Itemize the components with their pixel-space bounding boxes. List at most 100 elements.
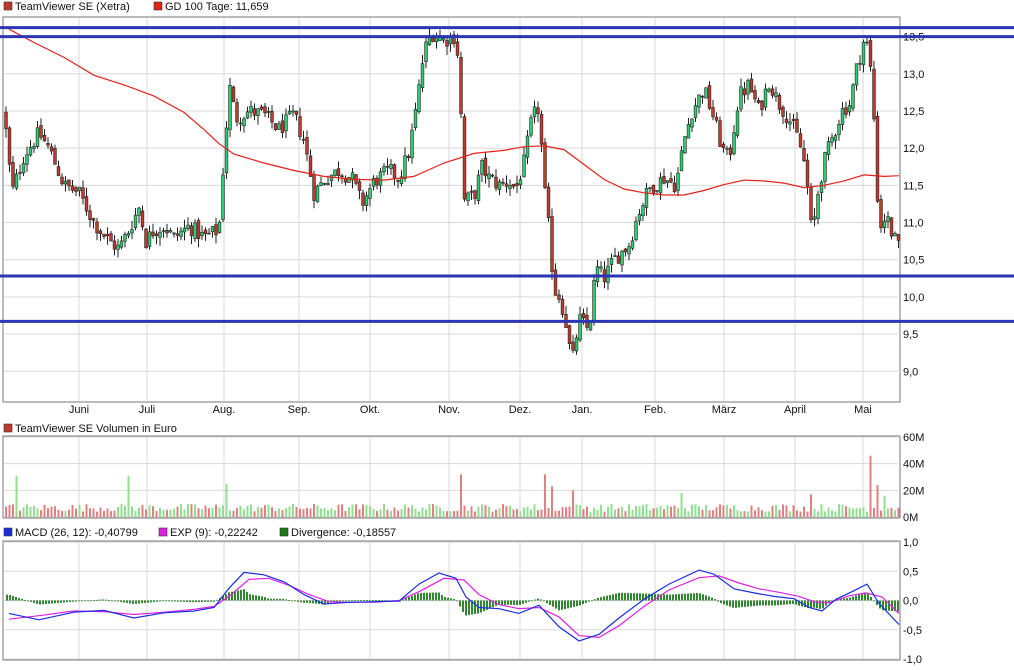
candle-up <box>851 84 855 109</box>
divergence-bar <box>267 598 269 601</box>
candle-up <box>217 221 222 233</box>
volume-bar <box>110 511 112 517</box>
divergence-bar <box>300 600 302 603</box>
volume-bar <box>36 508 39 517</box>
candle-down <box>70 185 75 191</box>
volume-bar <box>393 507 396 517</box>
candle-down <box>753 90 757 100</box>
divergence-bar <box>141 600 143 604</box>
candle-down <box>896 234 901 241</box>
divergence-bar <box>576 600 578 607</box>
divergence-bar <box>624 593 626 601</box>
candle-up <box>466 192 470 202</box>
divergence-bar <box>711 597 713 601</box>
volume-bar <box>418 511 420 517</box>
divergence-bar <box>201 600 203 603</box>
divergence-bar <box>609 595 611 601</box>
candle-up <box>644 188 649 208</box>
divergence-bar <box>744 600 746 607</box>
candle-up <box>168 229 173 233</box>
candle-down <box>844 107 848 115</box>
candle-down <box>95 221 99 234</box>
candle-down <box>473 190 477 199</box>
divergence-bar <box>6 594 8 601</box>
divergence-bar <box>870 596 872 601</box>
candle-down <box>305 137 309 155</box>
divergence-bar <box>669 594 671 601</box>
volume-bar <box>631 509 634 517</box>
candle-down <box>672 182 677 193</box>
volume-bar <box>225 483 228 517</box>
candle-up <box>739 86 743 110</box>
divergence-bar <box>723 600 725 605</box>
divergence-bar <box>861 593 863 601</box>
candle-up <box>424 41 428 62</box>
candle-down <box>91 218 96 221</box>
volume-panel-frame <box>2 435 901 519</box>
candle-down <box>280 120 285 133</box>
divergence-bar <box>630 593 632 601</box>
divergence-bar <box>543 600 545 602</box>
candle-up <box>522 154 526 178</box>
divergence-bar <box>699 593 701 601</box>
divergence-bar <box>369 600 371 601</box>
volume-bar <box>232 510 235 517</box>
candle-down <box>203 229 208 235</box>
volume-bar <box>705 505 707 517</box>
macd-y-tick-label: 1,0 <box>903 537 918 549</box>
volume-bar <box>712 510 714 517</box>
volume-bar <box>789 511 791 517</box>
volume-bar <box>796 510 798 517</box>
divergence-bar <box>81 600 83 602</box>
candle-down <box>431 37 435 42</box>
volume-panel: 60M 40M 20M 0M <box>2 432 924 524</box>
divergence-bar <box>405 598 407 601</box>
candle-down <box>623 248 628 253</box>
candle-down <box>406 155 411 159</box>
volume-bar <box>113 510 116 517</box>
volume-bar <box>764 511 767 517</box>
candle-up <box>266 111 271 113</box>
divergence-bar <box>663 594 665 601</box>
divergence-bar <box>348 600 350 602</box>
divergence-bar <box>423 592 425 601</box>
divergence-bar <box>351 600 353 602</box>
candle-down <box>504 183 509 187</box>
candle-up <box>130 229 134 234</box>
divergence-bar <box>552 600 554 607</box>
candle-down <box>189 225 194 236</box>
volume-legend: TeamViewer SE Volumen in Euro <box>3 423 177 435</box>
candle-up <box>417 84 421 113</box>
candle-down <box>301 138 306 141</box>
divergence-bar <box>408 596 410 601</box>
divergence-bar <box>102 599 104 601</box>
volume-bar <box>439 507 441 517</box>
candle-down <box>81 187 85 199</box>
volume-bar <box>61 510 63 517</box>
volume-bar <box>239 505 242 517</box>
volume-bar <box>407 507 410 517</box>
volume-bar <box>295 507 298 517</box>
candle-down <box>809 186 813 221</box>
volume-bar <box>117 506 119 517</box>
volume-bar <box>771 505 774 517</box>
volume-bar <box>103 510 105 517</box>
volume-bar <box>208 508 210 517</box>
volume-bar <box>677 507 679 517</box>
candle-up <box>592 280 596 323</box>
volume-bar <box>15 475 18 517</box>
volume-bar <box>229 510 231 517</box>
candle-up <box>126 232 131 236</box>
legend-gd100-label: GD 100 Tage: 11,659 <box>165 1 269 13</box>
volume-bar <box>145 509 147 517</box>
volume-bar <box>726 505 728 517</box>
divergence-bar <box>594 599 596 601</box>
volume-bar <box>866 511 868 517</box>
divergence-bar <box>297 600 299 602</box>
divergence-bar <box>615 593 617 601</box>
candle-up <box>329 174 334 182</box>
volume-bar <box>397 510 399 517</box>
candle-up <box>893 233 897 237</box>
divergence-bar <box>483 600 485 612</box>
divergence-bar <box>246 592 248 601</box>
